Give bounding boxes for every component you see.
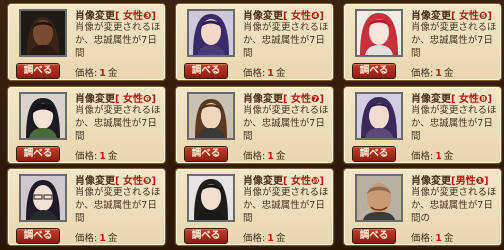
item-title: 肖像変更[ 女性❸] [75, 11, 157, 22]
item-description: 肖像が変更されるほか、忠誠属性が7日間 [243, 22, 329, 59]
inspect-button[interactable]: 調べる [352, 146, 396, 162]
inspect-button[interactable]: 調べる [352, 228, 396, 244]
item-price: 価格: 1 金 [411, 68, 454, 79]
inspect-button[interactable]: 調べる [184, 146, 228, 162]
item-description: 肖像が変更されるほか、忠誠属性が7日間 [75, 187, 161, 224]
inspect-button[interactable]: 調べる [184, 228, 228, 244]
item-description: 肖像が変更されるほか、忠誠属性が7日間 [243, 187, 329, 224]
item-price: 価格: 1 金 [243, 151, 286, 162]
item-price: 価格: 1 金 [75, 151, 118, 162]
portrait-image [187, 92, 235, 140]
portrait-image [19, 9, 67, 57]
item-price: 価格: 1 金 [75, 68, 118, 79]
inspect-button[interactable]: 調べる [352, 63, 396, 79]
item-title: 肖像変更[ 女性❾] [75, 176, 157, 187]
inspect-button[interactable]: 調べる [16, 146, 60, 162]
item-title: 肖像変更[ 女性❿] [243, 176, 325, 187]
portrait-image [187, 174, 235, 222]
item-description: 肖像が変更されるほか、忠誠属性が7日間 [243, 105, 329, 142]
portrait-shop-grid: 肖像変更[ 女性❸] 肖像が変更されるほか、忠誠属性が7日間 調べる 価格: 1 金… [0, 0, 504, 250]
shop-item-card: 肖像変更[ 女性❾] 肖像が変更されるほか、忠誠属性が7日間 調べる 価格: 1 金 [7, 168, 166, 246]
portrait-image [355, 92, 403, 140]
item-price: 価格: 1 金 [75, 233, 118, 244]
item-title: 肖像変更[男性❶] [411, 176, 489, 187]
portrait-image [19, 92, 67, 140]
item-price: 価格: 1 金 [243, 233, 286, 244]
item-price: 価格: 1 金 [411, 233, 454, 244]
shop-item-card: 肖像変更[ 女性❸] 肖像が変更されるほか、忠誠属性が7日間 調べる 価格: 1 金 [7, 3, 166, 81]
shop-item-card: 肖像変更[ 女性❽] 肖像が変更されるほか、忠誠属性が7日間 調べる 価格: 1 金 [343, 86, 502, 164]
portrait-image [187, 9, 235, 57]
portrait-image [355, 174, 403, 222]
inspect-button[interactable]: 調べる [16, 228, 60, 244]
item-title: 肖像変更[ 女性❻] [75, 94, 157, 105]
inspect-button[interactable]: 調べる [184, 63, 228, 79]
item-title: 肖像変更[ 女性❹] [243, 11, 325, 22]
item-title: 肖像変更[ 女性❼] [243, 94, 325, 105]
shop-item-card: 肖像変更[男性❶] 肖像が変更されるほか、忠誠属性が7日間の 調べる 価格: 1 金 [343, 168, 502, 246]
shop-item-card: 肖像変更[ 女性❺] 肖像が変更されるほか、忠誠属性が7日間 調べる 価格: 1 金 [343, 3, 502, 81]
portrait-image [355, 9, 403, 57]
item-price: 価格: 1 金 [411, 151, 454, 162]
item-price: 価格: 1 金 [243, 68, 286, 79]
shop-item-card: 肖像変更[ 女性❻] 肖像が変更されるほか、忠誠属性が7日間 調べる 価格: 1 金 [7, 86, 166, 164]
item-title: 肖像変更[ 女性❺] [411, 11, 493, 22]
item-description: 肖像が変更されるほか、忠誠属性が7日間の [411, 187, 497, 224]
item-title: 肖像変更[ 女性❽] [411, 94, 493, 105]
item-description: 肖像が変更されるほか、忠誠属性が7日間 [75, 22, 161, 59]
shop-item-card: 肖像変更[ 女性❼] 肖像が変更されるほか、忠誠属性が7日間 調べる 価格: 1 金 [175, 86, 334, 164]
shop-item-card: 肖像変更[ 女性❹] 肖像が変更されるほか、忠誠属性が7日間 調べる 価格: 1 金 [175, 3, 334, 81]
item-description: 肖像が変更されるほか、忠誠属性が7日間 [411, 22, 497, 59]
item-description: 肖像が変更されるほか、忠誠属性が7日間 [75, 105, 161, 142]
item-description: 肖像が変更されるほか、忠誠属性が7日間 [411, 105, 497, 142]
inspect-button[interactable]: 調べる [16, 63, 60, 79]
shop-item-card: 肖像変更[ 女性❿] 肖像が変更されるほか、忠誠属性が7日間 調べる 価格: 1 金 [175, 168, 334, 246]
portrait-image [19, 174, 67, 222]
